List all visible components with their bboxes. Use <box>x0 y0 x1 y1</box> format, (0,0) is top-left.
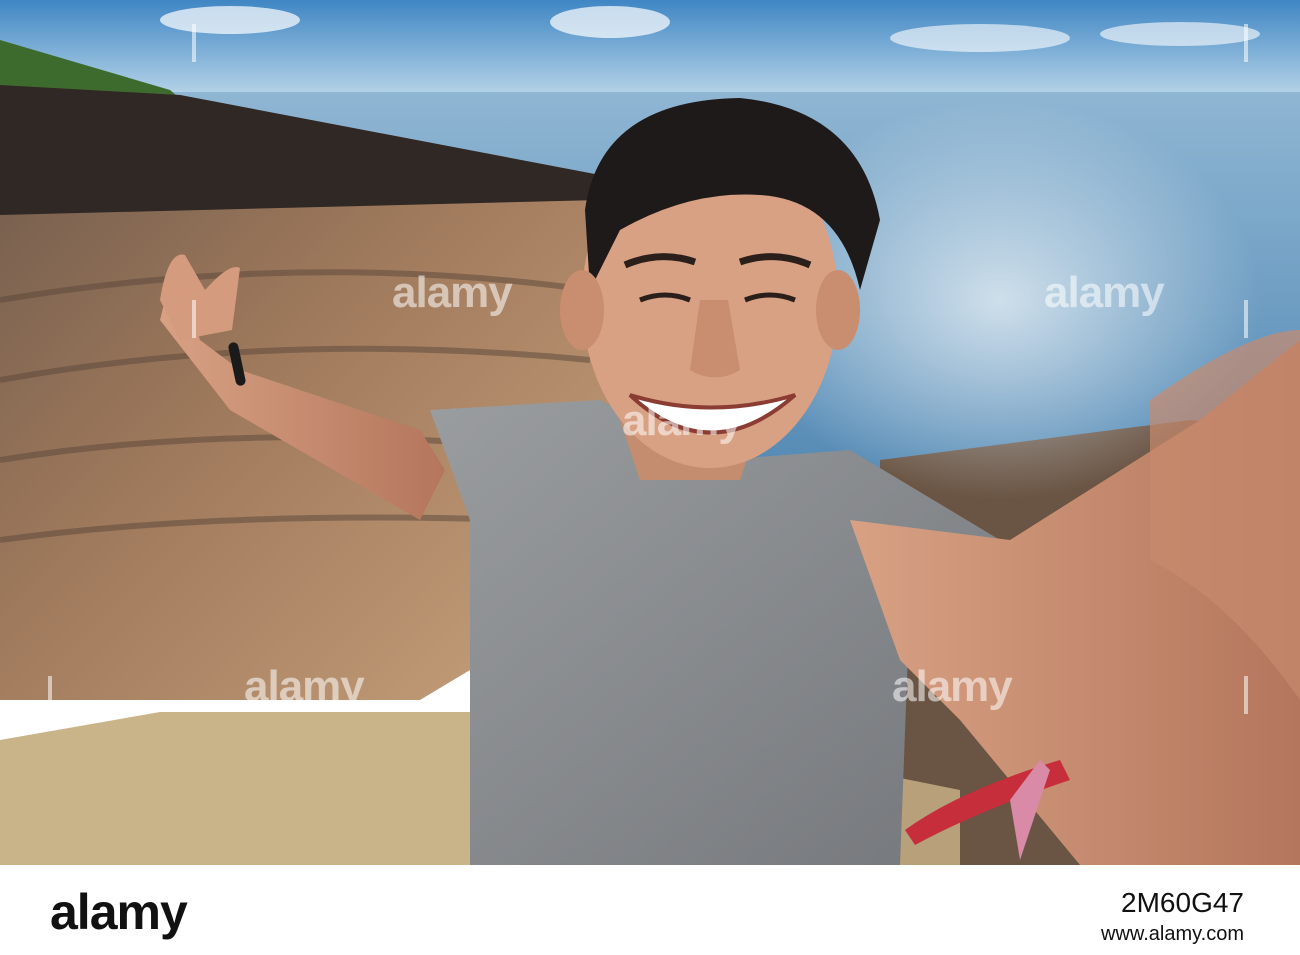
watermark-bar <box>192 24 196 62</box>
cloud <box>160 6 300 34</box>
stock-footer: alamy 2M60G47 www.alamy.com <box>0 865 1300 955</box>
watermark-text: alamy <box>392 268 513 317</box>
watermark-bar <box>1244 300 1248 338</box>
image-id: 2M60G47 <box>1121 887 1244 918</box>
cloud <box>1100 22 1260 46</box>
watermark-text: alamy <box>622 396 743 445</box>
cloud <box>550 6 670 38</box>
watermark-text: alamy <box>244 662 365 711</box>
watermark-bar <box>1244 24 1248 62</box>
watermark-text: alamy <box>1044 268 1165 317</box>
site-url[interactable]: www.alamy.com <box>1101 923 1244 946</box>
alamy-logo[interactable]: alamy <box>50 883 188 941</box>
stock-photo: alamy alamy alamy alamy alamy <box>0 0 1300 865</box>
concrete-ledge <box>0 712 470 865</box>
left-ear <box>560 270 604 350</box>
watermark-bar <box>48 676 52 714</box>
right-ear <box>816 270 860 350</box>
watermark-bar <box>1244 676 1248 714</box>
watermark-bar <box>192 300 196 338</box>
cloud <box>890 24 1070 52</box>
watermark-text: alamy <box>892 662 1013 711</box>
